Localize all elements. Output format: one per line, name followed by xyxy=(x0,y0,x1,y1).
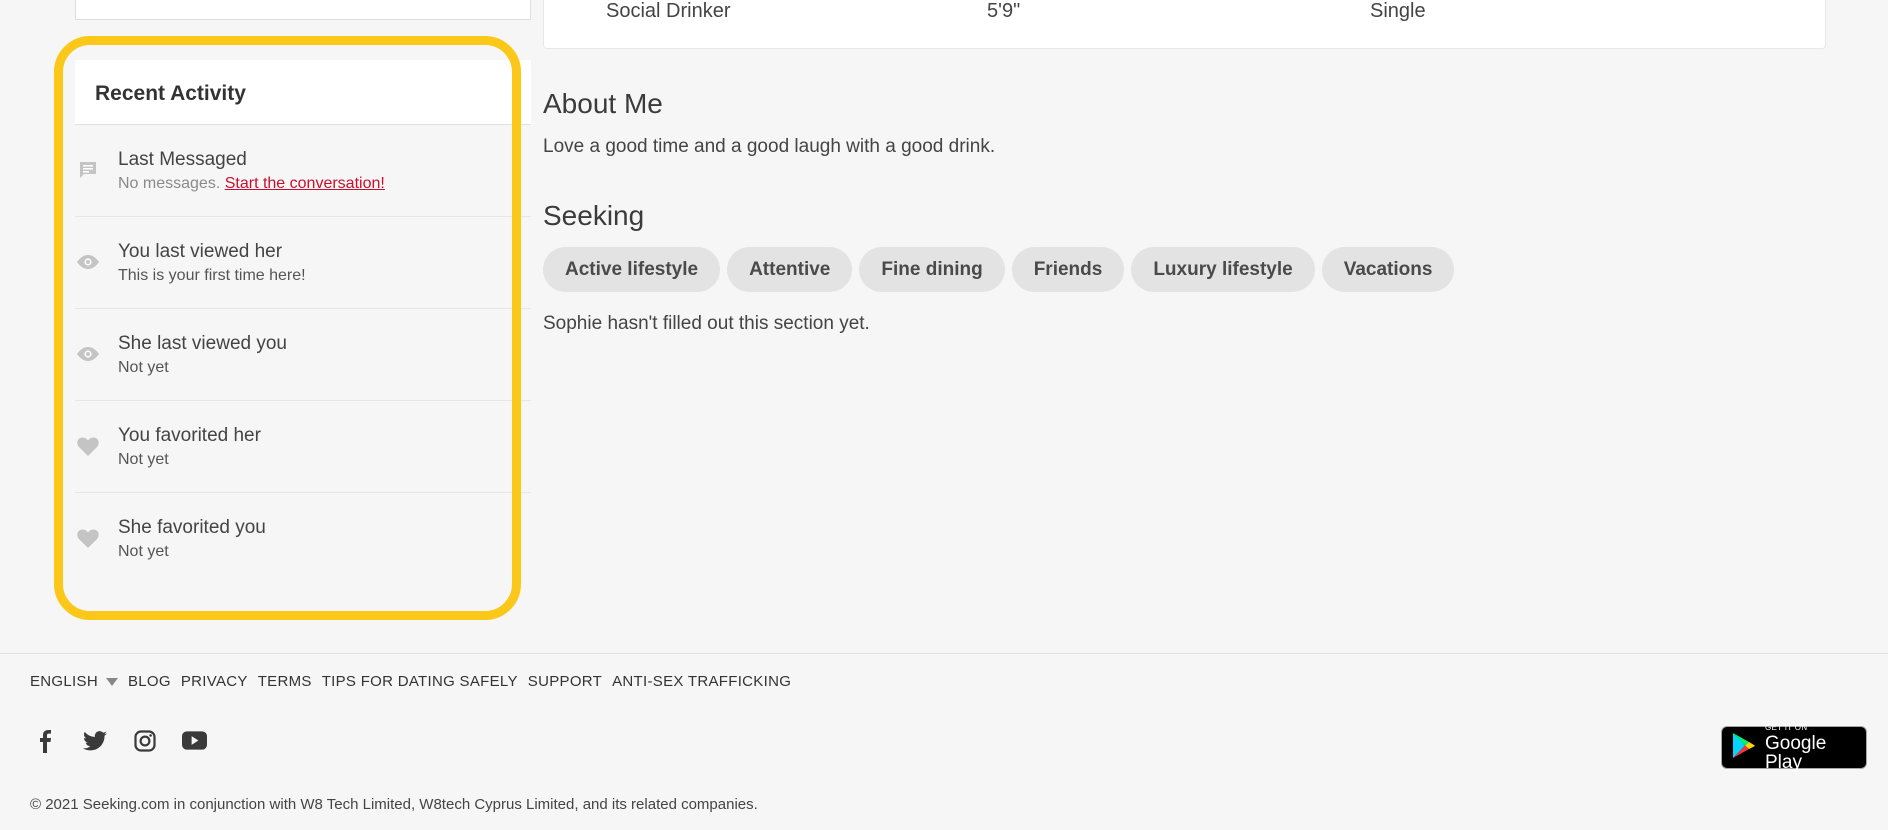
activity-last-messaged: Last Messaged No messages. Start the con… xyxy=(75,125,531,217)
social-links xyxy=(32,728,207,753)
heart-icon xyxy=(77,435,99,457)
seeking-tag: Luxury lifestyle xyxy=(1131,247,1315,292)
seeking-tag: Attentive xyxy=(727,247,853,292)
youtube-icon[interactable] xyxy=(182,728,207,753)
start-conversation-link[interactable]: Start the conversation! xyxy=(225,175,385,192)
footer-link-privacy[interactable]: PRIVACY xyxy=(181,673,248,690)
activity-subtitle: Not yet xyxy=(118,359,169,376)
height-value: 5'9" xyxy=(987,0,1021,22)
language-label: ENGLISH xyxy=(30,673,98,690)
relationship-value: Single xyxy=(1370,0,1426,22)
activity-title: You last viewed her xyxy=(118,241,283,262)
no-messages-text: No messages. xyxy=(118,175,221,192)
footer-link-anti-trafficking[interactable]: ANTI-SEX TRAFFICKING xyxy=(612,673,791,690)
footer-link-tips[interactable]: TIPS FOR DATING SAFELY xyxy=(322,673,518,690)
eye-icon xyxy=(77,251,99,273)
heart-icon xyxy=(77,527,99,549)
instagram-icon[interactable] xyxy=(132,728,157,753)
profile-details-card: Social Drinker 5'9" Single xyxy=(543,0,1826,49)
seeking-tags: Active lifestyle Attentive Fine dining F… xyxy=(543,247,1455,292)
google-play-small: GET IT ON xyxy=(1765,722,1808,732)
footer-link-blog[interactable]: BLOG xyxy=(128,673,171,690)
footer-link-terms[interactable]: TERMS xyxy=(258,673,312,690)
eye-icon xyxy=(77,343,99,365)
activity-subtitle: No messages. Start the conversation! xyxy=(118,173,531,195)
search-panel-bottom xyxy=(75,0,531,20)
google-play-icon xyxy=(1732,732,1756,764)
google-play-text: GET IT ON Google Play xyxy=(1765,722,1866,773)
google-play-big: Google Play xyxy=(1765,732,1827,773)
activity-you-favorited: You favorited her Not yet xyxy=(75,401,531,493)
activity-you-viewed: You last viewed her This is your first t… xyxy=(75,217,531,309)
activity-subtitle: Not yet xyxy=(118,543,169,560)
seeking-tag: Friends xyxy=(1011,247,1125,292)
activity-she-viewed: She last viewed you Not yet xyxy=(75,309,531,401)
google-play-badge[interactable]: GET IT ON Google Play xyxy=(1721,722,1867,773)
facebook-icon[interactable] xyxy=(32,728,57,753)
activity-title: Last Messaged xyxy=(118,149,247,170)
activity-she-favorited: She favorited you Not yet xyxy=(75,493,531,585)
activity-subtitle: This is your first time here! xyxy=(118,267,306,284)
language-selector[interactable]: ENGLISH xyxy=(30,673,118,690)
drinking-value: Social Drinker xyxy=(606,0,731,22)
seeking-tag: Fine dining xyxy=(859,247,1005,292)
seeking-title: Seeking xyxy=(543,200,645,231)
copyright-text: © 2021 Seeking.com in conjunction with W… xyxy=(30,796,758,813)
about-me-text: Love a good time and a good laugh with a… xyxy=(543,136,996,157)
activity-title: She last viewed you xyxy=(118,333,287,354)
caret-down-icon xyxy=(105,678,118,687)
activity-title: She favorited you xyxy=(118,517,266,538)
activity-subtitle: Not yet xyxy=(118,451,169,468)
footer-nav: ENGLISH BLOG PRIVACY TERMS TIPS FOR DATI… xyxy=(30,673,791,690)
seeking-tag: Vacations xyxy=(1321,247,1455,292)
seeking-tag: Active lifestyle xyxy=(543,247,721,292)
seeking-empty-text: Sophie hasn't filled out this section ye… xyxy=(543,313,870,334)
twitter-icon[interactable] xyxy=(82,728,107,753)
footer-divider xyxy=(0,653,1888,654)
activity-title: You favorited her xyxy=(118,425,261,446)
footer-link-support[interactable]: SUPPORT xyxy=(528,673,602,690)
about-me-title: About Me xyxy=(543,88,663,119)
message-icon xyxy=(77,159,99,181)
recent-activity-title: Recent Activity xyxy=(75,60,531,125)
recent-activity-card: Recent Activity Last Messaged No message… xyxy=(75,60,531,600)
